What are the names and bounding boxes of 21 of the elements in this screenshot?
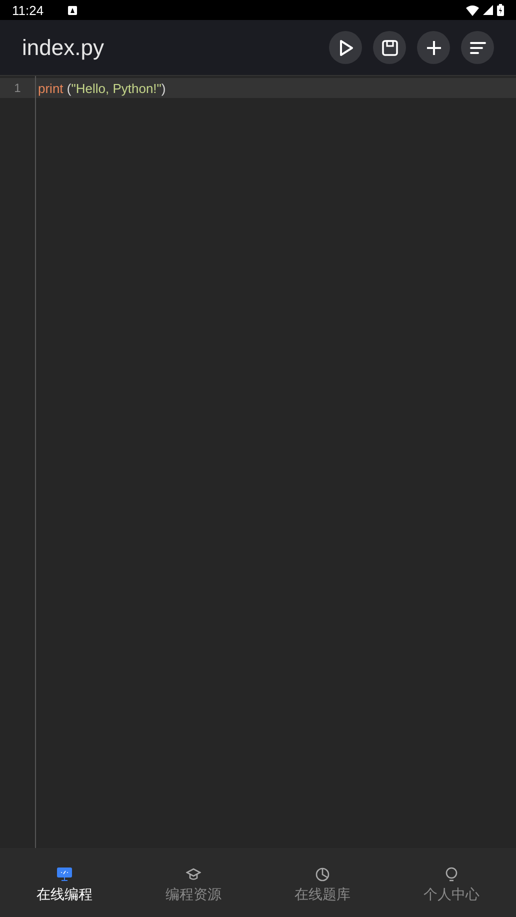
- wifi-icon: [466, 4, 479, 16]
- save-button[interactable]: [373, 31, 406, 64]
- monitor-icon: [57, 867, 72, 882]
- add-button[interactable]: [417, 31, 450, 64]
- run-button[interactable]: [329, 31, 362, 64]
- menu-button[interactable]: [461, 31, 494, 64]
- graduation-cap-icon: [186, 867, 201, 882]
- line-number: 1: [13, 81, 22, 95]
- plus-icon: [424, 38, 442, 56]
- file-title: index.py: [22, 34, 104, 60]
- nav-tab[interactable]: 个人中心: [387, 848, 516, 917]
- save-icon: [380, 38, 398, 56]
- code-line: print ("Hello, Python!"): [37, 80, 166, 96]
- nav-tab[interactable]: 编程资源: [129, 848, 258, 917]
- pie-chart-icon: [315, 867, 330, 882]
- signal-icon: [483, 5, 493, 15]
- nav-tab[interactable]: 在线编程: [0, 848, 129, 917]
- notification-icon: [68, 6, 77, 14]
- status-time: 11:24: [12, 2, 44, 18]
- battery-icon: [497, 4, 504, 16]
- nav-tab[interactable]: 在线题库: [258, 848, 387, 917]
